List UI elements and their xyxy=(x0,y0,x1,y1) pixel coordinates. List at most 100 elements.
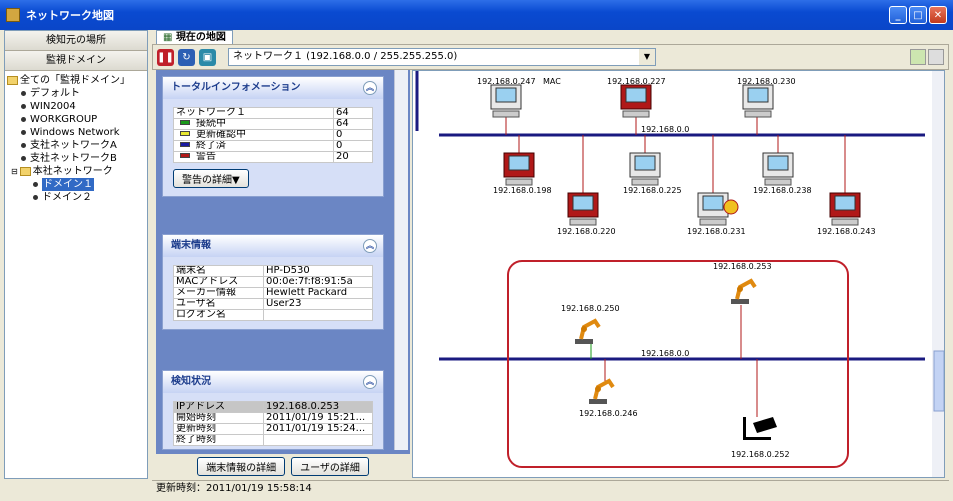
panel-header: 検知状況 ︽ xyxy=(163,371,383,393)
network-map[interactable]: 192.168.0.0 192.168.0.247 192.168.0.227 … xyxy=(412,70,945,478)
connected-swatch xyxy=(180,120,190,125)
maximize-button[interactable]: □ xyxy=(909,6,927,24)
tab-current-map[interactable]: ▦ 現在の地図 xyxy=(156,30,233,44)
node-icon xyxy=(21,130,26,135)
table-row: ユーザ名 User23 xyxy=(173,298,373,310)
node-icon xyxy=(33,182,38,187)
panels-scrollbar[interactable] xyxy=(394,70,408,450)
collapse-icon[interactable]: ⊟ xyxy=(11,165,18,178)
terminal-detail-button[interactable]: 端末情報の詳細 xyxy=(197,456,286,476)
table-row: IPアドレス 192.168.0.253 xyxy=(173,401,373,413)
domain-tree: 全ての「監視ドメイン」 デフォルト WIN2004 WORKGROUP Wind… xyxy=(5,71,147,207)
warning-detail-button[interactable]: 警告の詳細▼ xyxy=(173,169,249,188)
panel-header: 端末情報 ︽ xyxy=(163,235,383,257)
chevron-down-icon[interactable]: ▼ xyxy=(639,49,655,65)
title-bar: ネットワーク地図 _ □ ✕ xyxy=(0,0,953,30)
tree-child-selected[interactable]: ドメイン１ xyxy=(7,178,145,191)
pc-icon xyxy=(762,152,794,186)
device-label: 192.168.0.252 xyxy=(731,450,790,459)
device-label: 192.168.0.225 xyxy=(623,186,682,195)
toolbar: ❚❚ ↻ ▣ ネットワーク１ (192.168.0.0 / 255.255.25… xyxy=(152,44,949,70)
collapse-icon[interactable]: ︽ xyxy=(363,375,377,389)
segment-label-2: 192.168.0.0 xyxy=(641,349,689,358)
table-row: メーカー情報 Hewlett Packard xyxy=(173,287,373,299)
pause-icon[interactable]: ❚❚ xyxy=(157,48,174,66)
table-row: MACアドレス 00:0e:7f:f8:91:5a xyxy=(173,276,373,288)
robot-icon xyxy=(729,279,757,306)
node-icon xyxy=(21,156,26,161)
export-icon[interactable] xyxy=(928,49,944,65)
warning-icon xyxy=(723,199,739,215)
layout-icon[interactable] xyxy=(910,49,926,65)
panel-header: トータルインフォメーション ︽ xyxy=(163,77,383,99)
table-row: 端末名 HP-D530 xyxy=(173,265,373,277)
total-label: ネットワーク１ xyxy=(173,107,334,119)
table-row: 接続中 64 xyxy=(173,118,373,130)
node-icon xyxy=(21,104,26,109)
folder-icon xyxy=(7,76,18,85)
table-row: ネットワーク１ 64 xyxy=(173,107,373,119)
highlight-box xyxy=(507,260,849,468)
robot-icon xyxy=(587,379,615,406)
tab-bar: ▦ 現在の地図 xyxy=(152,30,949,44)
pc-warning-icon xyxy=(620,84,652,118)
warning-swatch xyxy=(180,153,190,158)
map-canvas[interactable]: 192.168.0.0 192.168.0.247 192.168.0.227 … xyxy=(413,71,945,478)
pc-warning-icon xyxy=(829,192,861,226)
tree-item[interactable]: 支社ネットワークA xyxy=(7,139,145,152)
terminal-info-panel: 端末情報 ︽ 端末名 HP-D530 MACアドレス 00:0e:7f:f8:91:5… xyxy=(162,234,384,330)
window-title: ネットワーク地図 xyxy=(26,9,114,22)
device-label: 192.168.0.243 xyxy=(817,227,876,236)
tree-item[interactable]: WIN2004 xyxy=(7,100,145,113)
node-icon xyxy=(21,117,26,122)
device-label: 192.168.0.230 xyxy=(737,77,796,86)
monitor-icon[interactable]: ▣ xyxy=(199,48,216,66)
map-scroll-thumb[interactable] xyxy=(933,350,944,412)
left-pane: 検知元の場所 監視ドメイン 全ての「監視ドメイン」 デフォルト WIN2004 … xyxy=(4,30,148,479)
info-panels: トータルインフォメーション ︽ ネットワーク１ 64 接続中 64 更新確認中 0 終了… xyxy=(156,70,410,478)
tree-item[interactable]: Windows Network xyxy=(7,126,145,139)
minimize-button[interactable]: _ xyxy=(889,6,907,24)
table-row: ログオン名 xyxy=(173,309,373,321)
terminal-info-table: 端末名 HP-D530 MACアドレス 00:0e:7f:f8:91:5a メーカー… xyxy=(173,265,373,321)
close-button[interactable]: ✕ xyxy=(929,6,947,24)
table-row: 更新確認中 0 xyxy=(173,129,373,141)
status-bar: 更新時刻：2011/01/19 15:58:14 xyxy=(152,480,949,496)
device-label: 192.168.0.250 xyxy=(561,304,620,313)
tree-child[interactable]: ドメイン２ xyxy=(7,191,145,204)
pc-warning-icon xyxy=(503,152,535,186)
camera-icon xyxy=(743,417,777,440)
tree-item[interactable]: 支社ネットワークB xyxy=(7,152,145,165)
user-detail-button[interactable]: ユーザの詳細 xyxy=(291,456,369,476)
collapse-icon[interactable]: ︽ xyxy=(363,239,377,253)
collapse-icon[interactable]: ︽ xyxy=(363,81,377,95)
robot-icon xyxy=(573,319,601,346)
device-label: 192.168.0.227 xyxy=(607,77,666,86)
tree-root[interactable]: 全ての「監視ドメイン」 xyxy=(7,74,145,87)
tree-item[interactable]: WORKGROUP xyxy=(7,113,145,126)
device-label: 192.168.0.220 xyxy=(557,227,616,236)
device-label: 192.168.0.247 xyxy=(477,77,536,86)
map-scrollbar[interactable] xyxy=(932,71,945,478)
network-select[interactable]: ネットワーク１ (192.168.0.0 / 255.255.255.0) ▼ xyxy=(228,48,656,66)
table-row: 終了時刻 xyxy=(173,434,373,446)
map-tab-icon: ▦ xyxy=(163,32,176,43)
detect-status-table: IPアドレス 192.168.0.253 開始時刻 2011/01/19 15:21… xyxy=(173,401,373,446)
device-label: 192.168.0.246 xyxy=(579,409,638,418)
refresh-icon[interactable]: ↻ xyxy=(178,48,195,66)
tree-group[interactable]: ⊟ 本社ネットワーク xyxy=(7,165,145,178)
ended-swatch xyxy=(180,142,190,147)
updating-swatch xyxy=(180,131,190,136)
domain-button[interactable]: 監視ドメイン xyxy=(5,51,147,71)
pc-icon xyxy=(697,192,729,226)
total-info-table: ネットワーク１ 64 接続中 64 更新確認中 0 終了済 0 警告 20 xyxy=(173,107,373,163)
table-row: 終了済 0 xyxy=(173,140,373,152)
device-label: MAC xyxy=(543,77,561,86)
tree-item[interactable]: デフォルト xyxy=(7,87,145,100)
segment-label-1: 192.168.0.0 xyxy=(641,125,689,134)
device-label: 192.168.0.231 xyxy=(687,227,746,236)
location-button[interactable]: 検知元の場所 xyxy=(5,31,147,51)
app-icon xyxy=(6,8,20,22)
node-icon xyxy=(21,91,26,96)
device-label: 192.168.0.238 xyxy=(753,186,812,195)
